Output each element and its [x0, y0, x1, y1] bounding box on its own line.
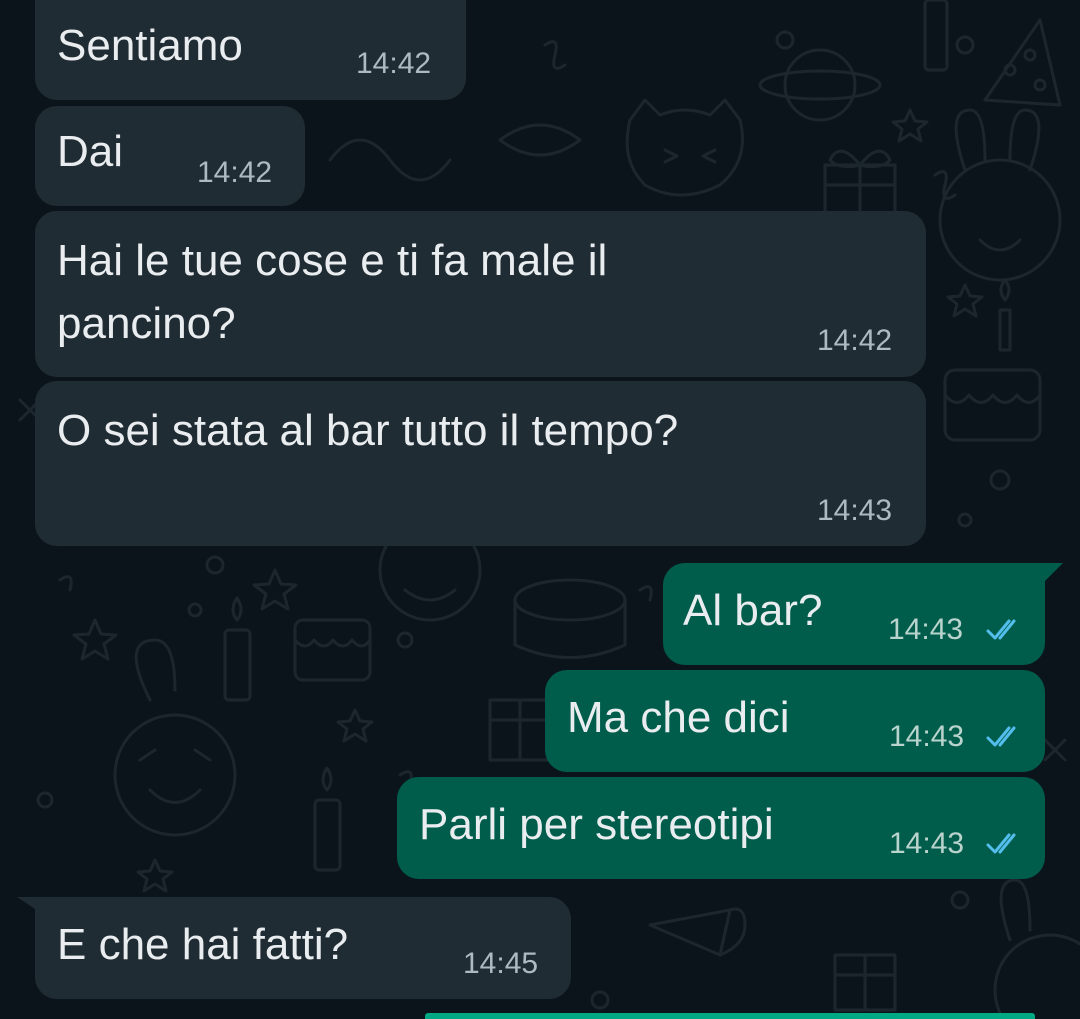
next-outgoing-bubble-edge — [425, 1013, 1035, 1019]
message-text-line-1: Hai le tue cose e ti fa male il — [57, 236, 608, 285]
double-check-read-icon — [986, 726, 1016, 747]
message-text: E che hai fatti? — [57, 920, 349, 969]
outgoing-message-bubble[interactable]: Al bar? 14:43 — [663, 563, 1063, 665]
message-timestamp: 14:43 — [888, 613, 964, 646]
bubble-tail — [1033, 563, 1063, 583]
message-text: Parli per stereotipi — [419, 800, 774, 849]
message-text: Ma che dici — [567, 693, 790, 742]
outgoing-message-bubble[interactable]: Ma che dici 14:43 — [545, 670, 1045, 772]
double-check-read-icon — [986, 619, 1016, 640]
incoming-message-bubble[interactable]: Dai 14:42 — [35, 106, 305, 206]
incoming-message-bubble[interactable]: O sei stata al bar tutto il tempo? 14:43 — [35, 381, 926, 546]
incoming-message-bubble[interactable]: Hai le tue cose e ti fa male il pancino?… — [35, 211, 926, 377]
bubble-tail — [17, 897, 47, 917]
chat-view[interactable]: Sentiamo 14:42 Dai 14:42 Hai le tue cose… — [0, 0, 1080, 1019]
message-timestamp: 14:42 — [356, 47, 432, 80]
message-text: Dai — [57, 127, 124, 176]
message-timestamp: 14:42 — [197, 156, 273, 189]
outgoing-message-bubble[interactable]: Parli per stereotipi 14:43 — [397, 777, 1045, 879]
message-timestamp: 14:43 — [889, 827, 965, 860]
message-timestamp: 14:43 — [817, 494, 893, 527]
message-timestamp: 14:43 — [889, 720, 965, 753]
message-text: Al bar? — [683, 586, 823, 635]
message-text: Sentiamo — [57, 21, 243, 70]
incoming-message-bubble[interactable]: E che hai fatti? 14:45 — [17, 897, 571, 999]
message-timestamp: 14:45 — [463, 947, 539, 980]
double-check-read-icon — [986, 833, 1016, 854]
message-timestamp: 14:42 — [817, 324, 893, 357]
incoming-message-bubble[interactable]: Sentiamo 14:42 — [35, 0, 466, 100]
message-text-line-2: pancino? — [57, 299, 236, 348]
message-text: O sei stata al bar tutto il tempo? — [57, 406, 679, 455]
